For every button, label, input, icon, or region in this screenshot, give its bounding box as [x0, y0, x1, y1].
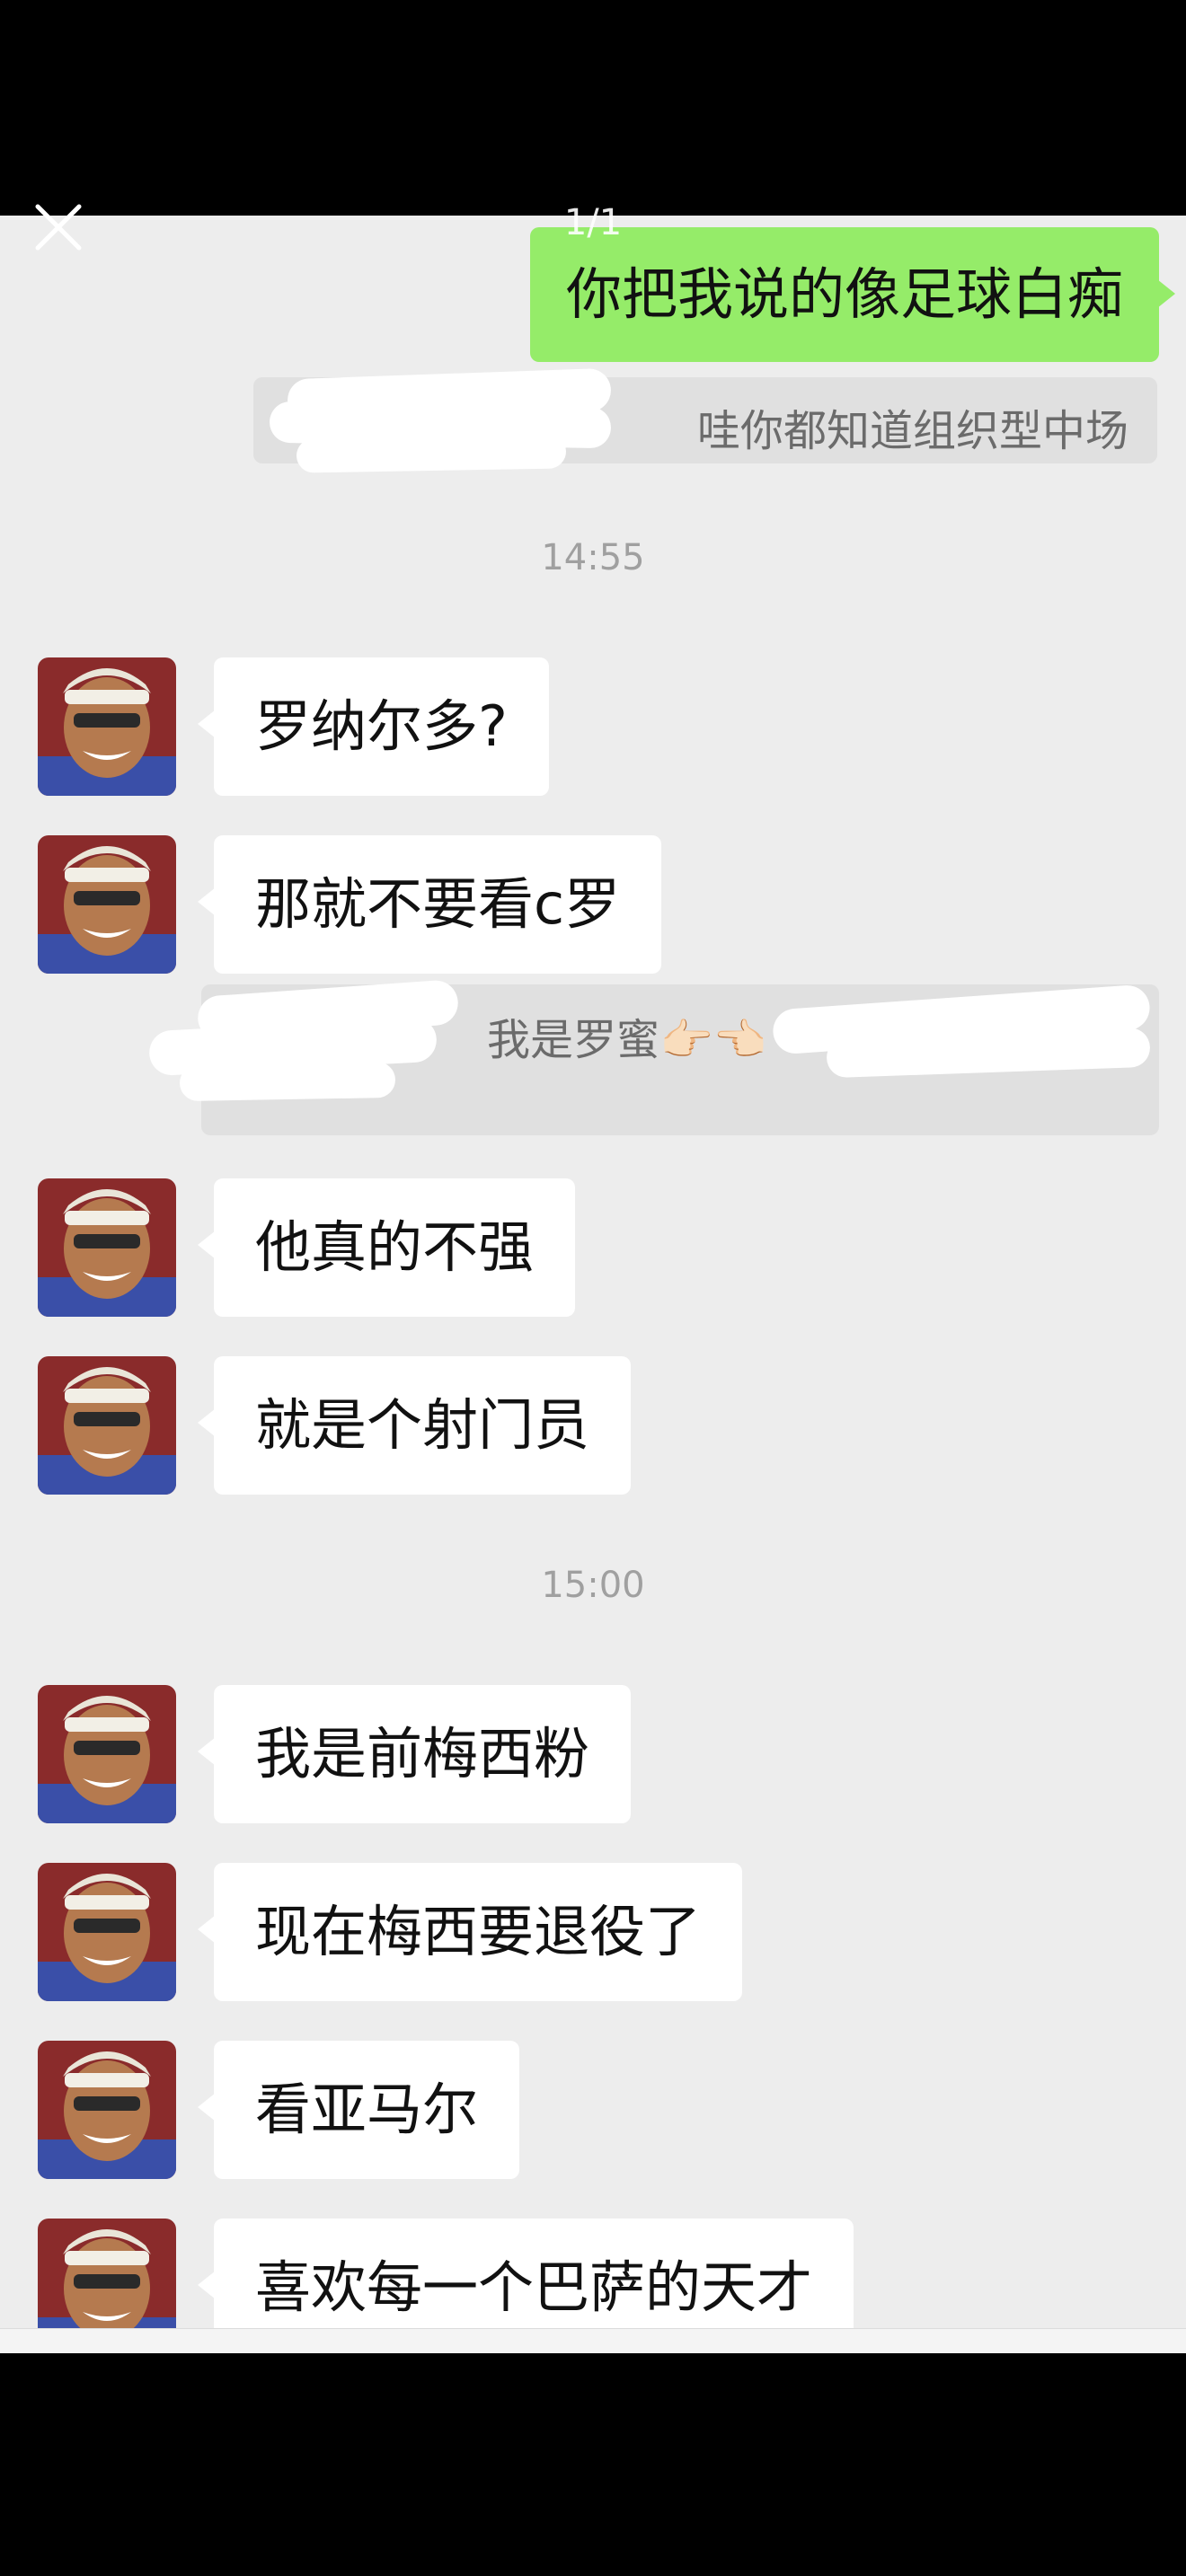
received-message-bubble[interactable]: 就是个射门员: [197, 1356, 632, 1495]
received-message-text: 就是个射门员: [255, 1392, 590, 1458]
sent-message-text: 你把我说的像足球白痴: [565, 261, 1123, 327]
received-message-text: 看亚马尔: [255, 2077, 479, 2142]
received-message-text: 喜欢每一个巴萨的天才: [255, 2254, 813, 2320]
avatar[interactable]: [38, 657, 176, 796]
quoted-message-text: 我是罗蜜👉🏻👈🏻: [487, 1015, 767, 1065]
received-message-bubble[interactable]: 看亚马尔: [197, 2041, 520, 2179]
chat-area[interactable]: 你把我说的像足球白痴 哇你都知道组织型中场 14:55 罗纳尔多? 那就不要看c…: [0, 216, 1186, 2328]
avatar[interactable]: [38, 2041, 176, 2179]
redaction-mark: [179, 1061, 396, 1102]
received-message-bubble[interactable]: 罗纳尔多?: [198, 657, 549, 796]
avatar[interactable]: [38, 1863, 176, 2001]
avatar-image: [38, 835, 176, 974]
redaction-mark: [296, 434, 567, 473]
timestamp: 15:00: [541, 1565, 645, 1606]
close-icon: [35, 204, 82, 251]
avatar[interactable]: [38, 1178, 176, 1317]
received-message-bubble[interactable]: 那就不要看c罗: [197, 835, 662, 974]
received-message-text: 他真的不强: [255, 1214, 535, 1280]
received-message-bubble[interactable]: 我是前梅西粉: [197, 1685, 632, 1823]
avatar[interactable]: [38, 835, 176, 974]
page-indicator: 1/1: [563, 202, 623, 243]
close-button[interactable]: [32, 201, 84, 253]
bottom-letterbox: [0, 2353, 1186, 2576]
avatar-image: [38, 1863, 176, 2001]
avatar-image: [38, 1178, 176, 1317]
avatar[interactable]: [38, 1685, 176, 1823]
received-message-text: 罗纳尔多?: [255, 693, 508, 759]
received-message-text: 现在梅西要退役了: [255, 1899, 702, 1964]
received-message-text: 那就不要看c罗: [255, 871, 621, 937]
avatar-image: [38, 1685, 176, 1823]
timestamp: 14:55: [541, 537, 645, 578]
avatar[interactable]: [38, 1356, 176, 1495]
avatar-image: [38, 1356, 176, 1495]
avatar[interactable]: [38, 2219, 176, 2328]
received-message-bubble[interactable]: 他真的不强: [197, 1178, 576, 1317]
avatar-image: [38, 2219, 176, 2328]
received-message-bubble[interactable]: 现在梅西要退役了: [197, 1863, 743, 2001]
bottom-divider: [0, 2328, 1186, 2354]
avatar-image: [38, 2041, 176, 2179]
received-message-text: 我是前梅西粉: [255, 1721, 590, 1786]
quoted-message-text: 哇你都知道组织型中场: [696, 406, 1128, 456]
sent-message-bubble[interactable]: 你把我说的像足球白痴: [529, 227, 1176, 362]
avatar-image: [38, 657, 176, 796]
received-message-bubble[interactable]: 喜欢每一个巴萨的天才: [197, 2219, 854, 2328]
top-letterbox: [0, 0, 1186, 216]
